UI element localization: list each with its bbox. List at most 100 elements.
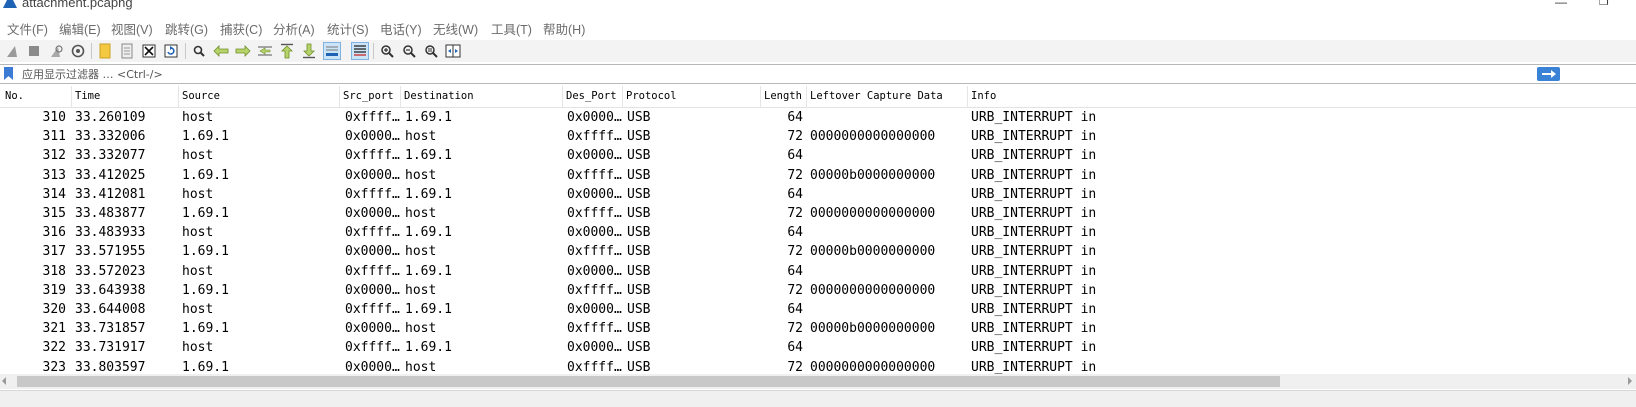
display-filter-input[interactable]	[20, 66, 1534, 82]
table-row[interactable]: 317 33.571955 1.69.1 0x0000… host 0xffff… USB 7…	[0, 242, 1636, 261]
cell-no: 319	[42, 282, 66, 298]
cell-source: host	[182, 148, 214, 164]
column-divider[interactable]	[760, 86, 761, 107]
table-row[interactable]: 320 33.644008 host 0xffff… 1.69.1 0x0000… USB 6…	[0, 300, 1636, 319]
cell-source: host	[182, 186, 214, 202]
column-divider[interactable]	[400, 86, 401, 107]
shark-fin-start-icon[interactable]	[3, 42, 21, 60]
scroll-left-icon[interactable]	[2, 377, 6, 385]
menu-file[interactable]: 文件(F)	[7, 19, 48, 38]
menu-wireless[interactable]: 无线(W)	[433, 19, 478, 38]
zoom-in-icon[interactable]	[378, 42, 396, 60]
column-divider[interactable]	[806, 86, 807, 107]
column-header-destination[interactable]: Destination	[404, 90, 474, 102]
column-header-length[interactable]: Length	[764, 90, 802, 102]
resize-columns-icon[interactable]	[444, 42, 462, 60]
column-header-no[interactable]: No.	[5, 90, 24, 102]
open-file-icon[interactable]	[96, 42, 114, 60]
cell-time: 33.412081	[75, 186, 146, 202]
table-row[interactable]: 311 33.332006 1.69.1 0x0000… host 0xffff… USB 7…	[0, 127, 1636, 146]
table-row[interactable]: 313 33.412025 1.69.1 0x0000… host 0xffff… USB 7…	[0, 166, 1636, 185]
display-filter-bar	[0, 64, 1636, 84]
zoom-out-icon[interactable]	[400, 42, 418, 60]
save-file-icon[interactable]	[118, 42, 136, 60]
capture-options-icon[interactable]	[69, 42, 87, 60]
table-row[interactable]: 322 33.731917 host 0xffff… 1.69.1 0x0000… USB 6…	[0, 338, 1636, 357]
cell-time: 33.483877	[75, 206, 146, 221]
go-first-icon[interactable]	[278, 42, 296, 60]
packet-list[interactable]: No. Time Source Src_port Destination Des…	[0, 86, 1636, 375]
cell-src-port: 0xffff…	[345, 225, 400, 241]
table-row[interactable]: 310 33.260109 host 0xffff… 1.69.1 0x0000… USB 6…	[0, 108, 1636, 127]
packet-list-header: No. Time Source Src_port Destination Des…	[0, 86, 1636, 108]
scrollbar-thumb[interactable]	[17, 376, 1280, 387]
column-header-info[interactable]: Info	[971, 90, 996, 102]
zoom-normal-icon[interactable]	[422, 42, 440, 60]
maximize-button[interactable]: ❐	[1599, 0, 1609, 8]
table-row[interactable]: 314 33.412081 host 0xffff… 1.69.1 0x0000… USB 6…	[0, 185, 1636, 204]
column-header-protocol[interactable]: Protocol	[626, 90, 677, 102]
cell-src-port: 0x0000…	[345, 282, 400, 298]
restart-capture-icon[interactable]	[47, 42, 65, 60]
column-divider[interactable]	[178, 86, 179, 107]
menu-go[interactable]: 跳转(G)	[165, 19, 208, 38]
menu-tools[interactable]: 工具(T)	[491, 19, 532, 38]
menu-bar: 文件(F) 编辑(E) 视图(V) 跳转(G) 捕获(C) 分析(A) 统计(S…	[0, 16, 1636, 38]
colorize-icon[interactable]	[351, 42, 369, 60]
menu-analyze[interactable]: 分析(A)	[273, 19, 315, 38]
cell-time: 33.571955	[75, 244, 146, 260]
column-header-source[interactable]: Source	[182, 90, 220, 102]
close-file-icon[interactable]	[140, 42, 158, 60]
cell-source: host	[182, 263, 214, 279]
menu-telephony[interactable]: 电话(Y)	[380, 19, 422, 38]
cell-des-port: 0x0000…	[567, 186, 622, 202]
column-divider[interactable]	[71, 86, 72, 107]
reload-file-icon[interactable]	[162, 42, 180, 60]
cell-source: host	[182, 110, 214, 125]
menu-statistics[interactable]: 统计(S)	[327, 19, 369, 38]
cell-info: URB_INTERRUPT in	[971, 206, 1097, 221]
cell-destination: host	[405, 167, 437, 183]
cell-no: 315	[42, 206, 66, 221]
cell-no: 322	[42, 340, 66, 356]
table-row[interactable]: 312 33.332077 host 0xffff… 1.69.1 0x0000… USB 6…	[0, 146, 1636, 165]
column-divider[interactable]	[339, 86, 340, 107]
stop-capture-icon[interactable]	[25, 42, 43, 60]
table-row[interactable]: 318 33.572023 host 0xffff… 1.69.1 0x0000… USB 6…	[0, 262, 1636, 281]
table-row[interactable]: 321 33.731857 1.69.1 0x0000… host 0xffff… USB 7…	[0, 319, 1636, 338]
cell-length: 72	[787, 129, 803, 145]
column-divider[interactable]	[622, 86, 623, 107]
column-divider[interactable]	[967, 86, 968, 107]
scroll-right-icon[interactable]	[1628, 377, 1632, 385]
cell-src-port: 0xffff…	[345, 340, 400, 356]
minimize-button[interactable]: —	[1555, 0, 1567, 8]
column-header-time[interactable]: Time	[75, 90, 100, 102]
column-header-src-port[interactable]: Src_port	[343, 90, 394, 102]
column-header-des-port[interactable]: Des_Port	[566, 90, 617, 102]
menu-edit[interactable]: 编辑(E)	[59, 19, 101, 38]
menu-help[interactable]: 帮助(H)	[543, 19, 585, 38]
table-row[interactable]: 316 33.483933 host 0xffff… 1.69.1 0x0000… USB 6…	[0, 223, 1636, 242]
table-row[interactable]: 315 33.483877 1.69.1 0x0000… host 0xffff… USB 7…	[0, 204, 1636, 223]
cell-leftover: 0000000000000000	[810, 282, 936, 298]
go-forward-icon[interactable]	[234, 42, 252, 60]
go-last-icon[interactable]	[300, 42, 318, 60]
cell-destination: host	[405, 282, 437, 298]
find-packet-icon[interactable]	[190, 42, 208, 60]
cell-des-port: 0x0000…	[567, 110, 622, 125]
menu-view[interactable]: 视图(V)	[111, 19, 153, 38]
go-back-icon[interactable]	[212, 42, 230, 60]
horizontal-scrollbar[interactable]	[0, 374, 1636, 389]
cell-length: 64	[787, 110, 803, 125]
column-header-leftover[interactable]: Leftover Capture Data	[810, 90, 943, 102]
cell-protocol: USB	[627, 244, 651, 260]
menu-capture[interactable]: 捕获(C)	[220, 19, 262, 38]
apply-filter-button[interactable]	[1537, 67, 1560, 81]
bookmark-icon[interactable]	[4, 67, 13, 80]
autoscroll-icon[interactable]	[323, 42, 341, 60]
go-to-packet-icon[interactable]	[256, 42, 274, 60]
column-divider[interactable]	[562, 86, 563, 107]
cell-protocol: USB	[627, 225, 651, 241]
table-row[interactable]: 319 33.643938 1.69.1 0x0000… host 0xffff… USB 7…	[0, 281, 1636, 300]
toolbar-separator	[185, 43, 186, 59]
